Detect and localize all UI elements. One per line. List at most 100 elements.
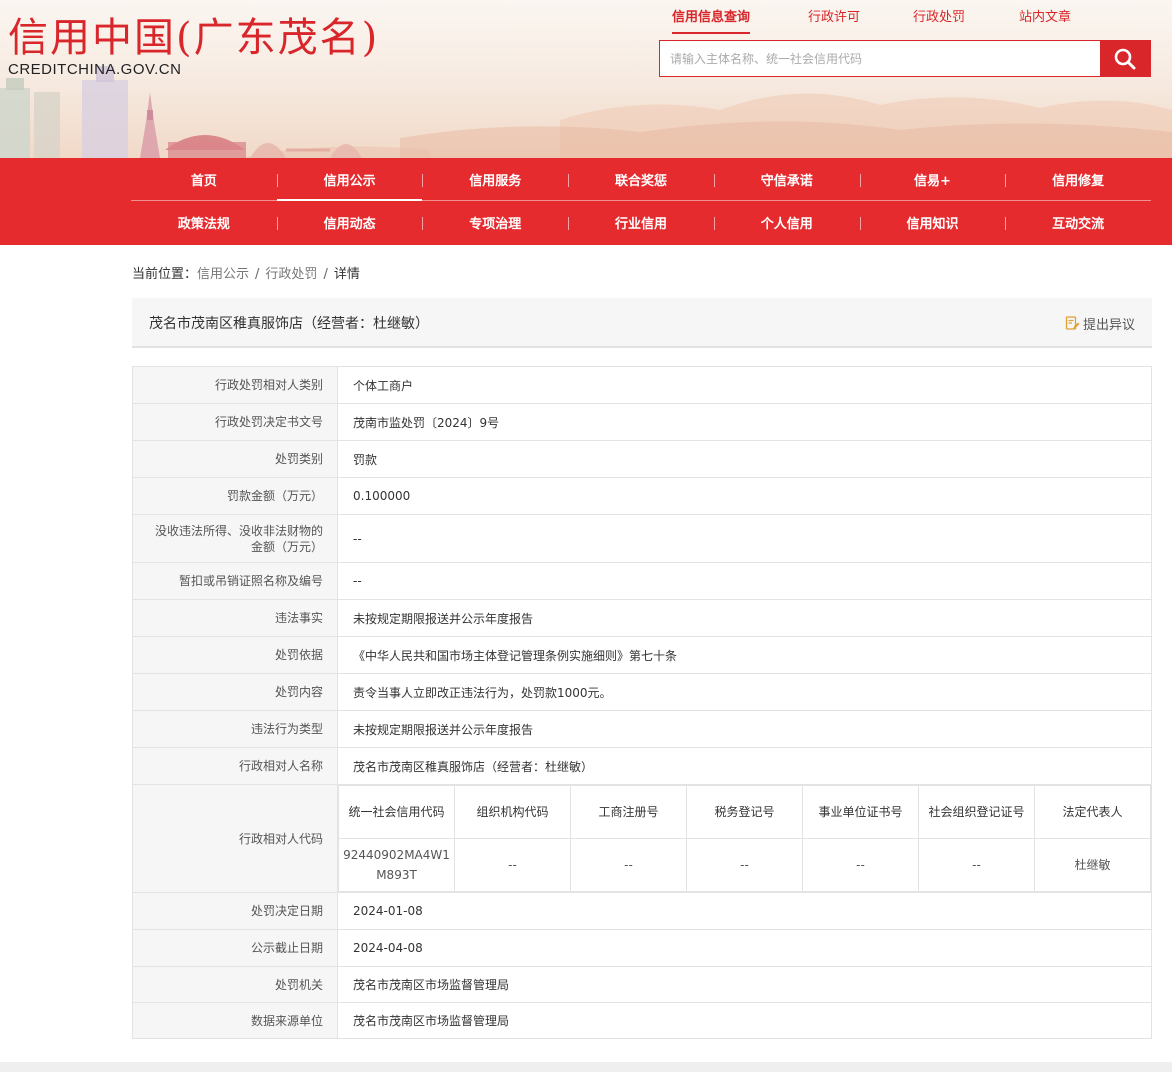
- tab-admin-penalty[interactable]: 行政处罚: [913, 8, 965, 28]
- codes-header: 法定代表人: [1034, 785, 1151, 839]
- codes-value: --: [454, 838, 571, 892]
- field-label: 处罚类别: [132, 440, 338, 478]
- field-label: 处罚机关: [132, 966, 338, 1003]
- field-label: 处罚内容: [132, 673, 338, 711]
- codes-header: 工商注册号: [570, 785, 687, 839]
- nav-item-joint-reward-punish[interactable]: 联合奖惩: [568, 158, 714, 200]
- field-value: 0.100000: [337, 477, 1152, 515]
- site-domain: CREDITCHINA.GOV.CN: [8, 61, 182, 78]
- entity-title-bar: 茂名市茂南区稚真服饰店（经营者：杜继敏） 提出异议: [132, 298, 1152, 348]
- field-label: 违法事实: [132, 599, 338, 637]
- breadcrumb-admin-penalty[interactable]: 行政处罚: [265, 267, 317, 282]
- nav-item-credit-disclosure[interactable]: 信用公示: [276, 158, 423, 201]
- codes-header: 税务登记号: [686, 785, 803, 839]
- tab-site-articles[interactable]: 站内文章: [1019, 8, 1071, 28]
- field-value: 茂名市茂南区市场监督管理局: [337, 966, 1152, 1003]
- nav-item-xinyi-plus[interactable]: 信易+: [859, 158, 1006, 200]
- field-value: 未按规定期限报送并公示年度报告: [337, 710, 1152, 748]
- search-button[interactable]: [1100, 41, 1150, 76]
- site-title: 信用中国(广东茂名): [8, 15, 380, 61]
- nav-item-industry-credit[interactable]: 行业信用: [568, 201, 714, 244]
- field-value: 茂名市茂南区稚真服饰店（经营者：杜继敏）: [337, 747, 1152, 785]
- table-row: 处罚机关 茂名市茂南区市场监督管理局: [132, 966, 1152, 1003]
- table-row: 公示截止日期 2024-04-08: [132, 929, 1152, 967]
- table-row: 违法行为类型 未按规定期限报送并公示年度报告: [132, 710, 1152, 748]
- search-box: [659, 40, 1151, 77]
- field-value: 未按规定期限报送并公示年度报告: [337, 599, 1152, 637]
- codes-value: 杜继敏: [1034, 838, 1151, 892]
- tab-admin-license[interactable]: 行政许可: [808, 8, 860, 28]
- table-row: 处罚依据 《中华人民共和国市场主体登记管理条例实施细则》第七十条: [132, 636, 1152, 674]
- codes-cell: 统一社会信用代码 组织机构代码 工商注册号 税务登记号 事业单位证书号 社会组织…: [337, 784, 1152, 893]
- nav-item-credit-commitment[interactable]: 守信承诺: [713, 158, 860, 200]
- field-value: 2024-04-08: [337, 929, 1152, 967]
- field-label: 罚款金额（万元）: [132, 477, 338, 515]
- raise-objection-button[interactable]: 提出异议: [1065, 314, 1135, 333]
- field-label: 行政处罚相对人类别: [132, 366, 338, 404]
- document-edit-icon: [1065, 316, 1080, 330]
- codes-header-row: 统一社会信用代码 组织机构代码 工商注册号 税务登记号 事业单位证书号 社会组织…: [338, 785, 1151, 839]
- site-banner: 信用中国(广东茂名) CREDITCHINA.GOV.CN 信用信息查询 行政许…: [0, 0, 1172, 158]
- nav-item-home[interactable]: 首页: [131, 158, 277, 200]
- codes-value: 92440902MA4W1M893T: [338, 838, 455, 892]
- codes-value-row: 92440902MA4W1M893T -- -- -- -- -- 杜继敏: [338, 838, 1151, 892]
- codes-header: 事业单位证书号: [802, 785, 919, 839]
- nav-item-credit-news[interactable]: 信用动态: [276, 201, 423, 244]
- codes-value: --: [686, 838, 803, 892]
- field-value: 茂南市监处罚〔2024〕9号: [337, 403, 1152, 441]
- raise-objection-label: 提出异议: [1082, 318, 1135, 333]
- breadcrumb-separator: /: [323, 267, 328, 282]
- nav-item-interaction[interactable]: 互动交流: [1005, 201, 1151, 244]
- nav-item-credit-service[interactable]: 信用服务: [422, 158, 568, 200]
- field-label: 行政相对人代码: [132, 784, 338, 893]
- field-value: 罚款: [337, 440, 1152, 478]
- field-label: 处罚依据: [132, 636, 338, 674]
- nav-item-special-governance[interactable]: 专项治理: [422, 201, 568, 244]
- table-row: 行政处罚决定书文号 茂南市监处罚〔2024〕9号: [132, 403, 1152, 441]
- table-row: 违法事实 未按规定期限报送并公示年度报告: [132, 599, 1152, 637]
- footer-strip: [0, 1062, 1172, 1072]
- breadcrumb-separator: /: [255, 267, 260, 282]
- field-label: 暂扣或吊销证照名称及编号: [132, 562, 338, 600]
- breadcrumb: 当前位置：信用公示 / 行政处罚 / 详情: [132, 263, 360, 282]
- table-row-codes: 行政相对人代码 统一社会信用代码 组织机构代码 工商注册号 税务登记号 事业单位…: [132, 784, 1152, 893]
- tab-credit-query[interactable]: 信用信息查询: [672, 8, 751, 34]
- field-value: 2024-01-08: [337, 892, 1152, 930]
- nav-item-personal-credit[interactable]: 个人信用: [713, 201, 860, 244]
- breadcrumb-credit-disclosure[interactable]: 信用公示: [197, 267, 249, 282]
- search-input[interactable]: [660, 41, 1100, 76]
- field-label: 公示截止日期: [132, 929, 338, 967]
- codes-value: --: [570, 838, 687, 892]
- nav-row-2: 政策法规 信用动态 专项治理 行业信用 个人信用 信用知识 互动交流: [131, 201, 1151, 244]
- breadcrumb-current: 详情: [333, 267, 360, 282]
- nav-item-policy-regulation[interactable]: 政策法规: [131, 201, 277, 244]
- codes-header: 统一社会信用代码: [338, 785, 455, 839]
- table-row: 行政处罚相对人类别 个体工商户: [132, 366, 1152, 404]
- field-label: 行政处罚决定书文号: [132, 403, 338, 441]
- codes-table: 统一社会信用代码 组织机构代码 工商注册号 税务登记号 事业单位证书号 社会组织…: [338, 785, 1151, 892]
- table-row: 处罚决定日期 2024-01-08: [132, 892, 1152, 930]
- breadcrumb-prefix: 当前位置：: [132, 267, 198, 282]
- table-row: 数据来源单位 茂名市茂南区市场监督管理局: [132, 1002, 1152, 1039]
- nav-row-1: 首页 信用公示 信用服务 联合奖惩 守信承诺 信易+ 信用修复: [131, 158, 1151, 201]
- main-nav: 首页 信用公示 信用服务 联合奖惩 守信承诺 信易+ 信用修复 政策法规 信用动…: [0, 158, 1172, 245]
- field-label: 违法行为类型: [132, 710, 338, 748]
- field-value: 个体工商户: [337, 366, 1152, 404]
- field-value: 责令当事人立即改正违法行为，处罚款1000元。: [337, 673, 1152, 711]
- codes-value: --: [918, 838, 1035, 892]
- codes-header: 组织机构代码: [454, 785, 571, 839]
- codes-value: --: [802, 838, 919, 892]
- search-icon: [1114, 48, 1136, 70]
- nav-item-credit-knowledge[interactable]: 信用知识: [859, 201, 1006, 244]
- penalty-detail-table: 行政处罚相对人类别 个体工商户 行政处罚决定书文号 茂南市监处罚〔2024〕9号…: [132, 366, 1152, 1039]
- table-row: 处罚内容 责令当事人立即改正违法行为，处罚款1000元。: [132, 673, 1152, 711]
- table-row: 处罚类别 罚款: [132, 440, 1152, 478]
- table-row: 行政相对人名称 茂名市茂南区稚真服饰店（经营者：杜继敏）: [132, 747, 1152, 785]
- field-label: 行政相对人名称: [132, 747, 338, 785]
- field-label: 处罚决定日期: [132, 892, 338, 930]
- nav-item-credit-repair[interactable]: 信用修复: [1005, 158, 1151, 200]
- field-value: 《中华人民共和国市场主体登记管理条例实施细则》第七十条: [337, 636, 1152, 674]
- table-row: 暂扣或吊销证照名称及编号 --: [132, 562, 1152, 600]
- entity-title: 茂名市茂南区稚真服饰店（经营者：杜继敏）: [149, 316, 429, 332]
- field-label: 没收违法所得、没收非法财物的金额（万元）: [132, 514, 338, 563]
